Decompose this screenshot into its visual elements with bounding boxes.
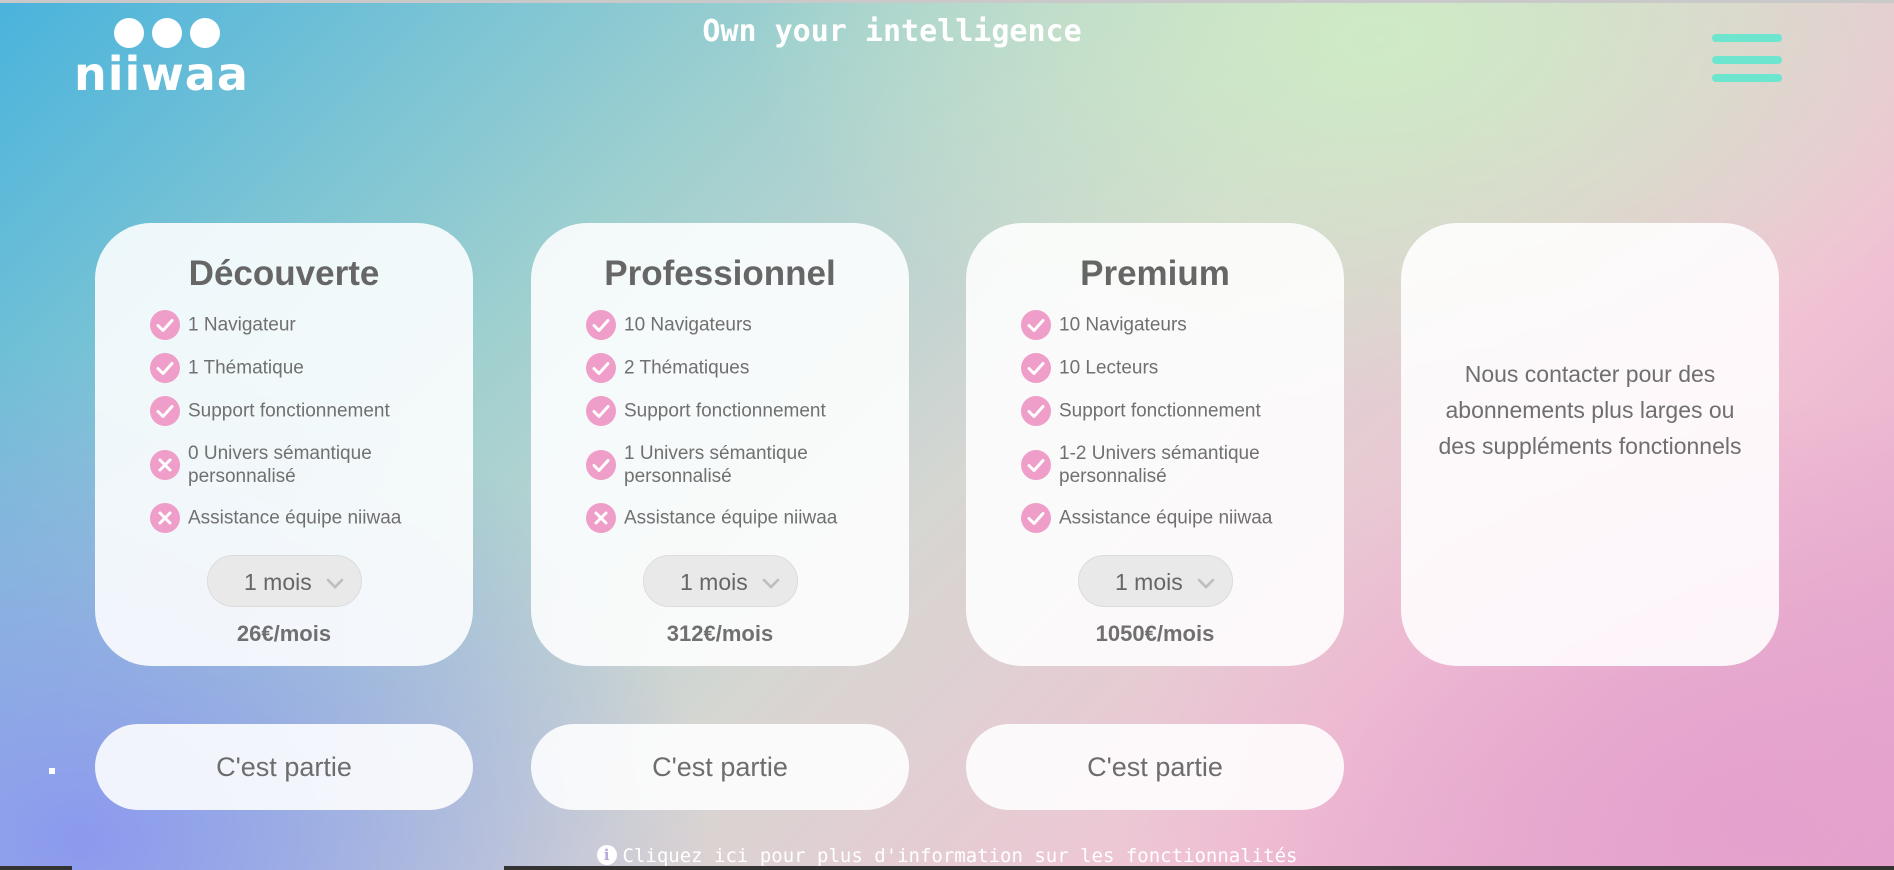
plan-card-decouverte: Découverte 1 Navigateur 1 Thématique Sup… bbox=[95, 223, 473, 666]
feature-item: 1 Univers sémantique personnalisé bbox=[586, 443, 886, 487]
check-icon bbox=[1021, 503, 1051, 533]
feature-item: 1 Navigateur bbox=[150, 310, 450, 340]
feature-item: Support fonctionnement bbox=[586, 396, 886, 426]
feature-text: 2 Thématiques bbox=[624, 357, 750, 379]
check-icon bbox=[586, 396, 616, 426]
check-icon bbox=[586, 310, 616, 340]
menu-bar bbox=[1712, 74, 1782, 82]
feature-text: 10 Navigateurs bbox=[624, 314, 752, 336]
plan-card-professionnel: Professionnel 10 Navigateurs 2 Thématiqu… bbox=[531, 223, 909, 666]
check-icon bbox=[1021, 396, 1051, 426]
duration-select[interactable]: 1 mois bbox=[207, 555, 362, 607]
feature-text: 1-2 Univers sémantique personnalisé bbox=[1059, 443, 1260, 487]
feature-item: 10 Navigateurs bbox=[1021, 310, 1321, 340]
duration-select[interactable]: 1 mois bbox=[1078, 555, 1233, 607]
plan-price: 1050€/mois bbox=[1095, 621, 1215, 646]
cross-icon bbox=[150, 450, 180, 480]
feature-item: Assistance équipe niiwaa bbox=[586, 503, 886, 533]
chevron-down-icon bbox=[1197, 578, 1215, 589]
plan-card-premium: Premium 10 Navigateurs 10 Lecteurs Suppo… bbox=[966, 223, 1344, 666]
feature-text: Assistance équipe niiwaa bbox=[624, 507, 838, 529]
plan-title: Premium bbox=[1080, 254, 1230, 293]
feature-item: 10 Navigateurs bbox=[586, 310, 886, 340]
duration-select[interactable]: 1 mois bbox=[643, 555, 798, 607]
duration-value: 1 mois bbox=[680, 569, 748, 595]
small-marker bbox=[49, 768, 55, 774]
feature-text: Support fonctionnement bbox=[1059, 400, 1261, 422]
feature-text: 1 Univers sémantique personnalisé bbox=[624, 443, 808, 487]
feature-item: 1 Thématique bbox=[150, 353, 450, 383]
chevron-down-icon bbox=[762, 578, 780, 589]
tagline: Own your intelligence bbox=[0, 14, 1894, 49]
duration-value: 1 mois bbox=[1115, 569, 1183, 595]
check-icon bbox=[586, 353, 616, 383]
feature-text: Assistance équipe niiwaa bbox=[1059, 507, 1273, 529]
info-circle-icon: i bbox=[596, 845, 617, 865]
check-icon bbox=[586, 450, 616, 480]
feature-text: 10 Navigateurs bbox=[1059, 314, 1187, 336]
check-icon bbox=[1021, 450, 1051, 480]
feature-text: 1 Navigateur bbox=[188, 314, 296, 336]
feature-text: Support fonctionnement bbox=[188, 400, 390, 422]
more-info-text: Cliquez ici pour plus d'information sur … bbox=[622, 845, 1298, 867]
check-icon bbox=[150, 310, 180, 340]
menu-bar bbox=[1712, 34, 1782, 42]
hamburger-menu-icon[interactable] bbox=[1712, 34, 1782, 86]
feature-item: 2 Thématiques bbox=[586, 353, 886, 383]
chevron-down-icon bbox=[326, 578, 344, 589]
feature-item: 0 Univers sémantique personnalisé bbox=[150, 443, 450, 487]
choose-decouverte-button[interactable]: C'est partie bbox=[95, 724, 473, 810]
feature-text: 1 Thématique bbox=[188, 357, 304, 379]
check-icon bbox=[1021, 310, 1051, 340]
feature-item: 10 Lecteurs bbox=[1021, 353, 1321, 383]
feature-item: Support fonctionnement bbox=[1021, 396, 1321, 426]
feature-text: 10 Lecteurs bbox=[1059, 357, 1159, 379]
top-border bbox=[0, 0, 1894, 3]
plan-price: 312€/mois bbox=[666, 621, 774, 646]
plan-price: 26€/mois bbox=[236, 621, 332, 646]
cross-icon bbox=[150, 503, 180, 533]
menu-bar bbox=[1712, 56, 1782, 64]
check-icon bbox=[1021, 353, 1051, 383]
duration-value: 1 mois bbox=[244, 569, 312, 595]
contact-text: Nous contacter pour des abonnements plus… bbox=[1438, 361, 1742, 459]
feature-item: Assistance équipe niiwaa bbox=[150, 503, 450, 533]
contact-card[interactable]: Nous contacter pour des abonnements plus… bbox=[1401, 223, 1779, 666]
feature-item: Support fonctionnement bbox=[150, 396, 450, 426]
logo-wordmark: niiwaa bbox=[74, 47, 249, 101]
bottom-border bbox=[504, 866, 1894, 870]
feature-item: Assistance équipe niiwaa bbox=[1021, 503, 1321, 533]
cross-icon bbox=[586, 503, 616, 533]
plan-title: Découverte bbox=[188, 254, 380, 293]
plan-title: Professionnel bbox=[604, 254, 836, 293]
feature-text: 0 Univers sémantique personnalisé bbox=[188, 443, 372, 487]
check-icon bbox=[150, 353, 180, 383]
more-info-link[interactable]: i Cliquez ici pour plus d'information sur… bbox=[0, 845, 1894, 867]
choose-premium-button[interactable]: C'est partie bbox=[966, 724, 1344, 810]
feature-text: Support fonctionnement bbox=[624, 400, 826, 422]
feature-item: 1-2 Univers sémantique personnalisé bbox=[1021, 443, 1321, 487]
feature-text: Assistance équipe niiwaa bbox=[188, 507, 402, 529]
choose-professionnel-button[interactable]: C'est partie bbox=[531, 724, 909, 810]
check-icon bbox=[150, 396, 180, 426]
tagline-text: Own your intelligence bbox=[702, 14, 1082, 49]
bottom-border bbox=[0, 866, 72, 870]
